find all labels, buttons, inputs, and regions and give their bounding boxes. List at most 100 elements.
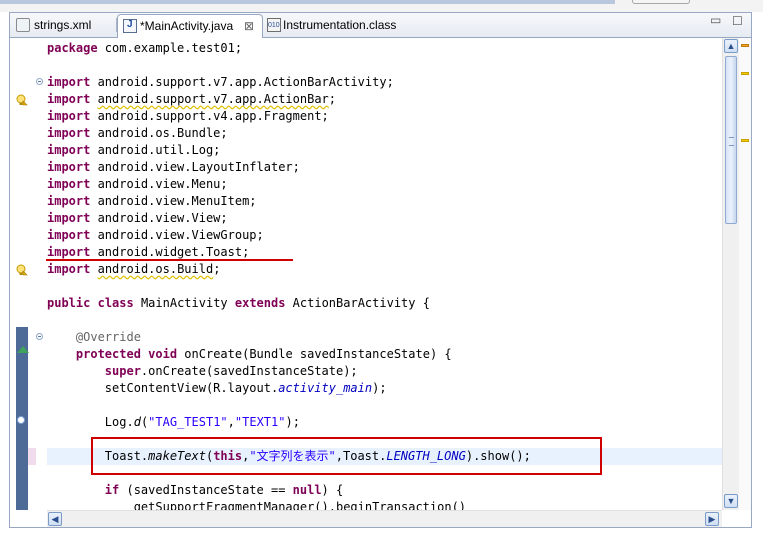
code-token: "TAG_TEST1": [148, 415, 228, 429]
tab-label: *MainActivity.java: [140, 19, 234, 33]
annotation-underline: [46, 259, 293, 261]
code-line: import android.support.v4.app.Fragment;: [47, 108, 329, 125]
code-token: );: [285, 415, 300, 429]
code-token: ) {: [321, 483, 344, 497]
code-line: setContentView(R.layout.activity_main);: [47, 380, 387, 397]
code-token: (savedInstanceState ==: [119, 483, 293, 497]
top-toolbar-bar: [0, 0, 615, 4]
java-file-icon: J: [123, 19, 137, 33]
warning-lightbulb-icon[interactable]: [16, 263, 28, 276]
code-token: package: [47, 41, 98, 55]
code-token: .onCreate(savedInstanceState);: [140, 364, 358, 378]
code-token: setContentView(R.layout.: [47, 381, 279, 395]
code-token: null: [292, 483, 322, 497]
fold-toggle-icon[interactable]: [36, 333, 43, 340]
overview-warning-mark[interactable]: [741, 44, 749, 47]
code-token: android.os.Bundle;: [90, 126, 228, 140]
code-token: @Override: [75, 330, 141, 344]
tab-main-activity-java[interactable]: J *MainActivity.java ⊠: [117, 14, 263, 38]
overview-warning-mark[interactable]: [741, 72, 749, 75]
scroll-down-button[interactable]: ▼: [724, 494, 738, 508]
code-token: import: [47, 262, 91, 276]
code-token: class: [97, 296, 134, 310]
code-token: com.example.test01;: [97, 41, 243, 55]
code-token: android.util.Log;: [90, 143, 221, 157]
code-token: android.view.LayoutInflater;: [90, 160, 300, 174]
code-line: protected void onCreate(Bundle savedInst…: [47, 346, 452, 363]
tab-instrumentation-class[interactable]: 010 Instrumentation.class: [264, 14, 414, 36]
maximize-icon[interactable]: ☐: [732, 14, 743, 28]
code-token: android.os.Build: [97, 262, 214, 276]
horizontal-scrollbar[interactable]: ◀ ▶: [47, 510, 722, 527]
code-token: void: [148, 347, 178, 361]
code-line: @Override: [47, 329, 141, 346]
code-token: import: [47, 75, 91, 89]
code-token: android.widget.Toast;: [90, 245, 250, 259]
code-token: ,: [227, 415, 235, 429]
code-line: super.onCreate(savedInstanceState);: [47, 363, 358, 380]
tab-close-icon[interactable]: ⊠: [244, 15, 254, 37]
overview-warning-mark[interactable]: [741, 139, 749, 142]
tab-strings-xml[interactable]: strings.xml: [12, 14, 116, 36]
code-line: Log.d("TAG_TEST1","TEXT1");: [47, 414, 300, 431]
code-token: getSupportFragmentManager().beginTransac…: [47, 500, 467, 510]
code-token: import: [47, 160, 91, 174]
code-token: d: [133, 415, 141, 429]
code-line: import android.os.Build;: [47, 261, 220, 278]
code-line: import android.view.LayoutInflater;: [47, 159, 300, 176]
code-token: import: [47, 245, 91, 259]
code-line: import android.os.Bundle;: [47, 125, 228, 142]
code-token: extends: [234, 296, 286, 310]
annotation-box: [91, 437, 602, 475]
xml-file-icon: [16, 18, 30, 32]
vertical-scrollbar[interactable]: ▲ ▼: [722, 38, 739, 510]
code-token: super: [104, 364, 141, 378]
minimize-icon[interactable]: ▭: [710, 13, 721, 27]
fold-toggle-icon[interactable]: [36, 78, 43, 85]
code-token: ;: [328, 92, 337, 106]
code-token: android.support.v7.app.ActionBarActivity…: [90, 75, 394, 89]
code-token: public: [47, 296, 91, 310]
tab-label: strings.xml: [34, 18, 92, 32]
code-line: import android.util.Log;: [47, 142, 220, 159]
override-marker-icon: [17, 346, 29, 353]
code-token: android.view.Menu;: [90, 177, 228, 191]
code-token: import: [47, 228, 91, 242]
code-line: import android.support.v7.app.ActionBarA…: [47, 74, 394, 91]
editor-tab-bar: strings.xml J *MainActivity.java ⊠ 010 I…: [10, 13, 751, 38]
code-token: ;: [213, 262, 221, 276]
code-token: import: [47, 109, 91, 123]
code-token: android.view.ViewGroup;: [90, 228, 264, 242]
code-token: Log.: [47, 415, 134, 429]
scroll-up-button[interactable]: ▲: [724, 39, 738, 53]
code-line: import android.view.ViewGroup;: [47, 227, 264, 244]
scroll-grip: [729, 137, 734, 146]
scroll-right-button[interactable]: ▶: [705, 512, 719, 526]
code-line: getSupportFragmentManager().beginTransac…: [47, 499, 466, 510]
code-line: import android.support.v7.app.ActionBar;: [47, 91, 336, 108]
code-token: ActionBarActivity {: [285, 296, 430, 310]
class-file-icon: 010: [267, 18, 281, 32]
code-token: android.view.View;: [90, 211, 228, 225]
code-line: import android.view.MenuItem;: [47, 193, 257, 210]
vertical-scroll-thumb[interactable]: [725, 56, 737, 224]
top-strip: [0, 0, 763, 12]
code-token: import: [47, 92, 91, 106]
code-token: import: [47, 143, 91, 157]
code-token: import: [47, 126, 91, 140]
code-token: android.support.v7.app.ActionBar: [97, 92, 329, 106]
scroll-left-button[interactable]: ◀: [48, 512, 62, 526]
code-token: android.support.v4.app.Fragment;: [90, 109, 329, 123]
warning-lightbulb-icon[interactable]: [16, 93, 28, 106]
occurrence-marker-icon: [17, 416, 25, 424]
current-line-marker: [28, 448, 36, 465]
code-line: public class MainActivity extends Action…: [47, 295, 430, 312]
code-token: protected: [75, 347, 141, 361]
tab-label: Instrumentation.class: [283, 18, 397, 32]
top-toolbar-button[interactable]: [632, 0, 690, 4]
